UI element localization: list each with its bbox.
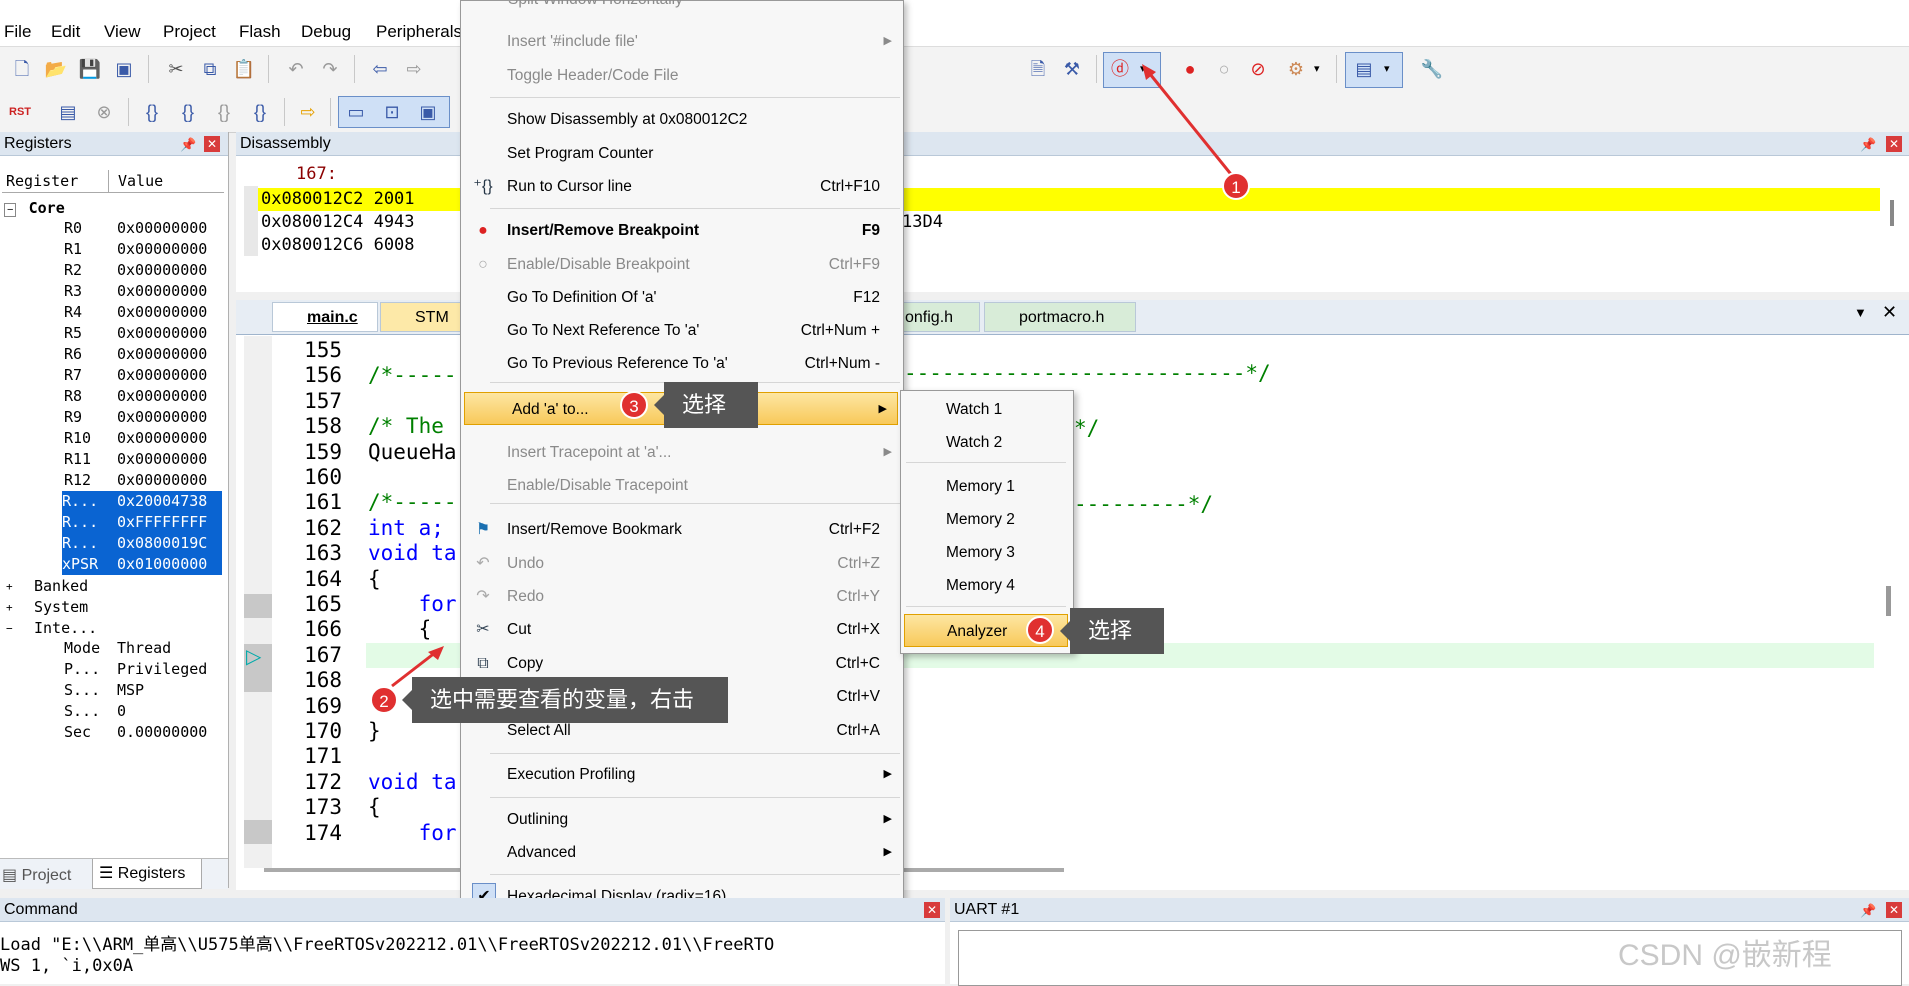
command-output-line: Load "E:\\ARM_单高\\U575单高\\FreeRTOSv20221… (0, 935, 775, 955)
callout-tip-4: 选择 (1060, 608, 1164, 654)
uart-pane-title: UART #1 (950, 898, 1909, 922)
callout-badge-1: 1 (1222, 172, 1250, 200)
watermark: CSDN @嵌新程 (1618, 939, 1832, 972)
annotation-arrows (391, 64, 1236, 688)
callout-badge-4: 4 (1026, 616, 1054, 644)
callout-badge-2: 2 (370, 686, 398, 714)
command-output-line: WS 1, `i,0x0A (0, 956, 134, 976)
pin-icon[interactable]: 📌 (1860, 903, 1876, 919)
command-pane-title: Command (0, 898, 945, 922)
callout-tip-2: 选中需要查看的变量，右击 (402, 677, 728, 723)
callout-badge-3: 3 (620, 391, 648, 419)
close-icon[interactable]: ✕ (1886, 902, 1902, 918)
callout-tip-3: 选择 (654, 382, 758, 428)
close-icon[interactable]: ✕ (924, 902, 940, 918)
